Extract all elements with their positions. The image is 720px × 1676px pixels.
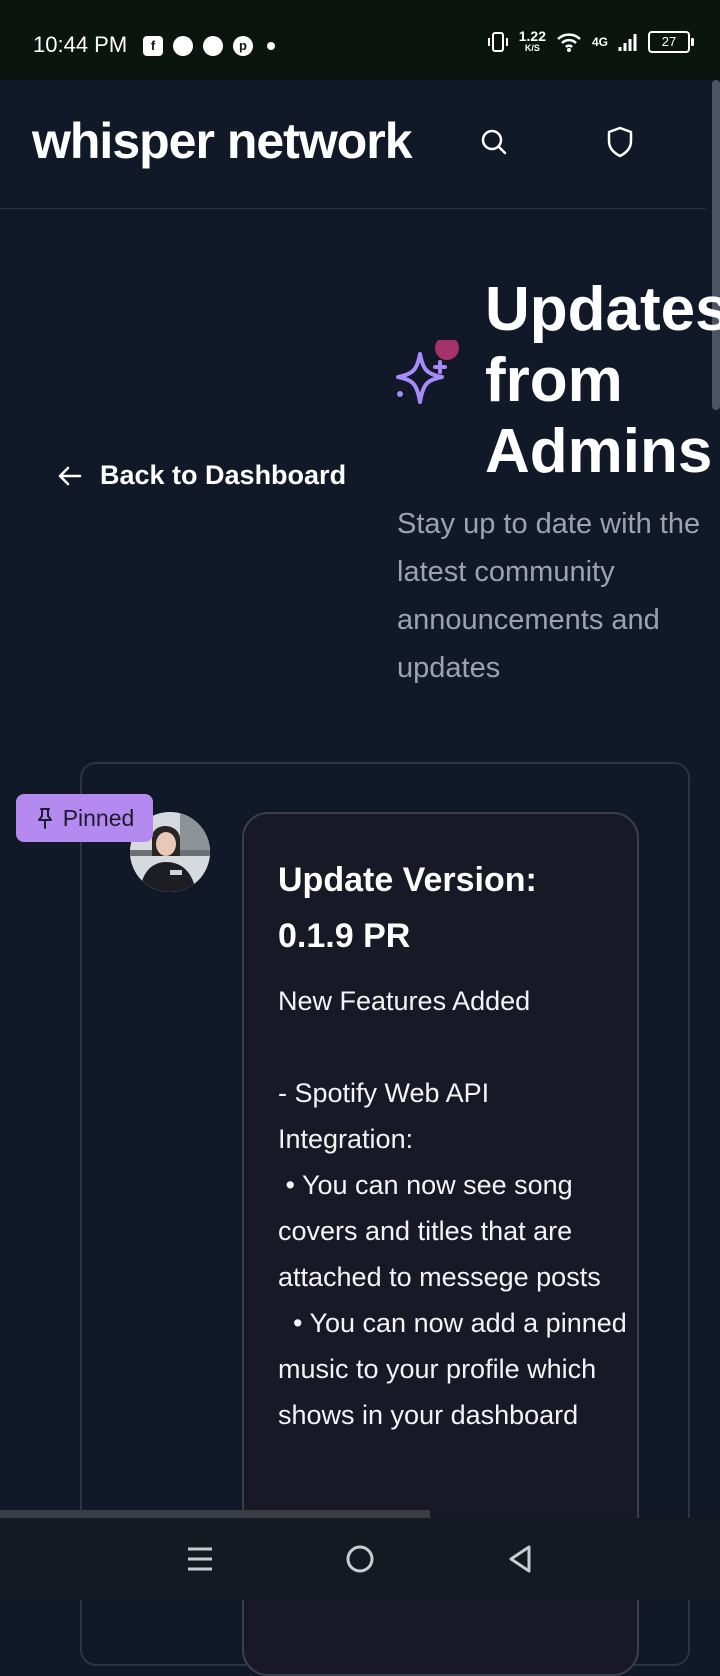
network-type: 4G <box>591 35 608 49</box>
sparkle-icon <box>396 340 459 404</box>
home-icon <box>346 1545 374 1573</box>
post-title: Update Version: 0.1.9 PR <box>278 861 537 955</box>
battery-icon: 27 <box>648 31 694 53</box>
back-icon <box>509 1545 531 1573</box>
menu-icon <box>188 1547 212 1571</box>
wifi-icon <box>557 33 581 52</box>
page-subtitle: Stay up to date with the latest communit… <box>397 508 701 684</box>
system-nav-bar <box>0 1518 720 1600</box>
search-button[interactable] <box>472 120 516 164</box>
shield-icon <box>607 126 633 158</box>
back-button[interactable] <box>490 1529 550 1589</box>
app-bar: whisper network <box>0 80 706 209</box>
pinned-label: Pinned <box>62 804 135 831</box>
network-speed: 1.22 K/S <box>518 28 546 53</box>
messenger-icon <box>203 36 223 56</box>
back-to-dashboard-link[interactable]: Back to Dashboard <box>56 460 346 491</box>
shield-button[interactable] <box>598 120 642 164</box>
pinned-badge: Pinned <box>16 794 153 842</box>
menu-button[interactable] <box>170 1529 230 1589</box>
arrow-left-icon <box>58 466 82 485</box>
status-bar: 10:44 PM f p 1.22 K/S 4G 27 <box>0 0 720 80</box>
facebook-icon: f <box>143 36 163 56</box>
pinterest-icon: p <box>233 36 253 56</box>
horizontal-scrollbar[interactable] <box>0 1510 430 1518</box>
status-time: 10:44 PM <box>33 32 128 57</box>
page-title: Updates from Admins <box>485 275 720 486</box>
post-body: New Features Added - Spotify Web API Int… <box>278 986 627 1430</box>
home-button[interactable] <box>330 1529 390 1589</box>
signal-icon <box>618 34 637 51</box>
app-logo[interactable]: whisper network <box>32 112 413 170</box>
chat-icon <box>173 36 193 56</box>
vibrate-icon <box>487 32 508 52</box>
pin-icon <box>37 808 52 829</box>
dot-icon <box>267 42 275 50</box>
search-icon <box>481 129 507 155</box>
back-label: Back to Dashboard <box>100 460 347 490</box>
